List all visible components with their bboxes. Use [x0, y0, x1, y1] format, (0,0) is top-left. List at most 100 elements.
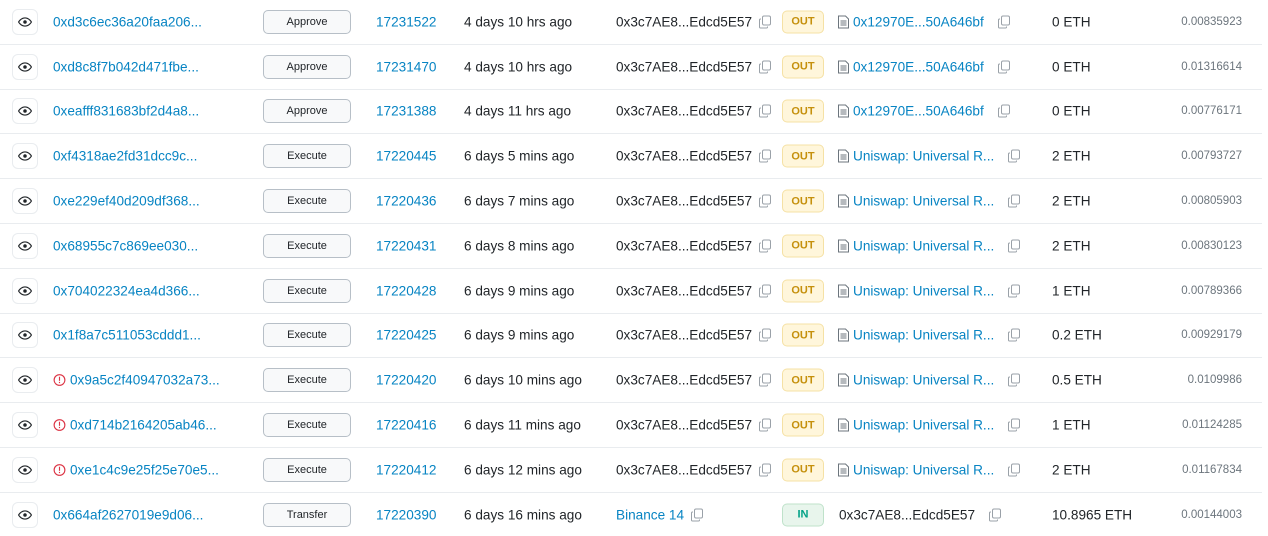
method-badge: Approve	[263, 99, 351, 124]
to-address[interactable]: Uniswap: Universal R...	[838, 238, 1021, 254]
from-address[interactable]: 0x3c7AE8...Edcd5E57	[616, 238, 772, 254]
block-link[interactable]: 17220412	[376, 462, 436, 477]
view-details-button[interactable]	[12, 322, 38, 349]
to-address-text: Uniswap: Universal R...	[853, 238, 995, 254]
to-address[interactable]: Uniswap: Universal R...	[838, 462, 1021, 477]
from-address[interactable]: 0x3c7AE8...Edcd5E57	[616, 373, 772, 388]
txn-hash-link[interactable]: 0x1f8a7c511053cddd1...	[53, 328, 201, 343]
view-details-button[interactable]	[12, 412, 38, 439]
block-link[interactable]: 17231470	[376, 59, 436, 74]
to-address[interactable]: 0x3c7AE8...Edcd5E57	[839, 507, 1002, 522]
to-address[interactable]: Uniswap: Universal R...	[838, 194, 1021, 209]
copy-icon[interactable]	[997, 104, 1010, 118]
copy-icon[interactable]	[1008, 418, 1021, 432]
view-details-button[interactable]	[12, 501, 38, 528]
block-link[interactable]: 17231522	[376, 14, 436, 29]
block-link[interactable]: 17220390	[376, 507, 436, 522]
to-address[interactable]: 0x12970E...50A646bf	[838, 14, 1010, 29]
from-address[interactable]: 0x3c7AE8...Edcd5E57	[616, 148, 772, 164]
txn-hash-link[interactable]: 0x9a5c2f40947032a73...	[53, 373, 220, 388]
copy-icon[interactable]	[759, 60, 772, 74]
view-details-button[interactable]	[12, 98, 38, 125]
to-address[interactable]: Uniswap: Universal R...	[838, 283, 1021, 298]
txn-hash-link[interactable]: 0xf4318ae2fd31dcc9c...	[53, 149, 197, 164]
table-row: 0xf4318ae2fd31dcc9c... Execute 17220445 …	[0, 134, 1262, 180]
method-badge: Execute	[263, 233, 351, 258]
from-address[interactable]: 0x3c7AE8...Edcd5E57	[616, 418, 772, 433]
block-link[interactable]: 17220428	[376, 283, 436, 298]
view-details-button[interactable]	[12, 367, 38, 394]
block-link[interactable]: 17220416	[376, 418, 436, 433]
from-address[interactable]: Binance 14	[616, 507, 704, 522]
block-link[interactable]: 17231388	[376, 104, 436, 119]
table-row: 0x9a5c2f40947032a73... Execute 17220420 …	[0, 358, 1262, 404]
copy-icon[interactable]	[1008, 239, 1021, 253]
block-link[interactable]: 17220436	[376, 194, 436, 209]
copy-icon[interactable]	[1008, 149, 1021, 163]
txn-hash-link[interactable]: 0x68955c7c869ee030...	[53, 238, 198, 253]
view-details-button[interactable]	[12, 53, 38, 80]
copy-icon[interactable]	[997, 15, 1010, 29]
copy-icon[interactable]	[1008, 373, 1021, 387]
txn-hash-link[interactable]: 0xd3c6ec36a20faa206...	[53, 14, 202, 29]
block-link[interactable]: 17220431	[376, 238, 436, 253]
to-address[interactable]: Uniswap: Universal R...	[838, 373, 1021, 388]
txn-hash-link[interactable]: 0xd714b2164205ab46...	[53, 418, 217, 433]
block-link[interactable]: 17220420	[376, 373, 436, 388]
from-address[interactable]: 0x3c7AE8...Edcd5E57	[616, 194, 772, 209]
copy-icon[interactable]	[997, 60, 1010, 74]
copy-icon[interactable]	[759, 239, 772, 253]
from-address[interactable]: 0x3c7AE8...Edcd5E57	[616, 14, 772, 29]
view-details-button[interactable]	[12, 143, 38, 170]
from-address[interactable]: 0x3c7AE8...Edcd5E57	[616, 59, 772, 74]
copy-icon[interactable]	[1008, 328, 1021, 342]
txn-hash-link[interactable]: 0xd8c8f7b042d471fbe...	[53, 59, 199, 74]
from-address-text: 0x3c7AE8...Edcd5E57	[616, 148, 753, 164]
txn-hash-link[interactable]: 0xeafff831683bf2d4a8...	[53, 104, 199, 119]
to-address[interactable]: 0x12970E...50A646bf	[838, 59, 1010, 74]
copy-icon[interactable]	[759, 418, 772, 432]
to-address[interactable]: Uniswap: Universal R...	[838, 418, 1021, 433]
copy-icon[interactable]	[759, 104, 772, 118]
copy-icon[interactable]	[1008, 194, 1021, 208]
from-address[interactable]: 0x3c7AE8...Edcd5E57	[616, 283, 772, 298]
block-link[interactable]: 17220445	[376, 149, 436, 164]
view-details-button[interactable]	[12, 232, 38, 259]
txn-hash-link[interactable]: 0x664af2627019e9d06...	[53, 507, 203, 522]
copy-icon[interactable]	[759, 463, 772, 477]
to-address[interactable]: 0x12970E...50A646bf	[838, 104, 1010, 119]
method-badge: Execute	[263, 323, 351, 348]
table-row: 0x704022324ea4d366... Execute 17220428 6…	[0, 269, 1262, 314]
copy-icon[interactable]	[759, 194, 772, 208]
txn-hash-link[interactable]: 0xe1c4c9e25f25e70e5...	[53, 462, 219, 477]
to-address[interactable]: Uniswap: Universal R...	[838, 328, 1021, 343]
view-details-button[interactable]	[12, 456, 38, 483]
copy-icon[interactable]	[759, 284, 772, 298]
from-address-text: 0x3c7AE8...Edcd5E57	[616, 238, 753, 254]
copy-icon[interactable]	[759, 328, 772, 342]
method-badge: Approve	[263, 54, 351, 79]
view-details-button[interactable]	[12, 277, 38, 304]
copy-icon[interactable]	[1008, 284, 1021, 298]
table-row: 0xeafff831683bf2d4a8... Approve 17231388…	[0, 90, 1262, 135]
to-address[interactable]: Uniswap: Universal R...	[838, 149, 1021, 164]
view-details-button[interactable]	[12, 188, 38, 215]
from-address[interactable]: 0x3c7AE8...Edcd5E57	[616, 328, 772, 343]
copy-icon[interactable]	[691, 508, 704, 522]
value-text: 1 ETH	[1052, 283, 1091, 299]
age-text: 6 days 12 mins ago	[464, 462, 582, 478]
view-details-button[interactable]	[12, 8, 38, 35]
from-address[interactable]: 0x3c7AE8...Edcd5E57	[616, 104, 772, 119]
copy-icon[interactable]	[759, 149, 772, 163]
age-text: 6 days 7 mins ago	[464, 193, 575, 209]
table-row: 0xd8c8f7b042d471fbe... Approve 17231470 …	[0, 45, 1262, 90]
copy-icon[interactable]	[759, 15, 772, 29]
eye-icon	[18, 106, 32, 117]
txn-hash-link[interactable]: 0x704022324ea4d366...	[53, 283, 200, 298]
copy-icon[interactable]	[989, 508, 1002, 522]
copy-icon[interactable]	[759, 373, 772, 387]
copy-icon[interactable]	[1008, 463, 1021, 477]
txn-hash-link[interactable]: 0xe229ef40d209df368...	[53, 194, 200, 209]
block-link[interactable]: 17220425	[376, 328, 436, 343]
from-address[interactable]: 0x3c7AE8...Edcd5E57	[616, 462, 772, 477]
